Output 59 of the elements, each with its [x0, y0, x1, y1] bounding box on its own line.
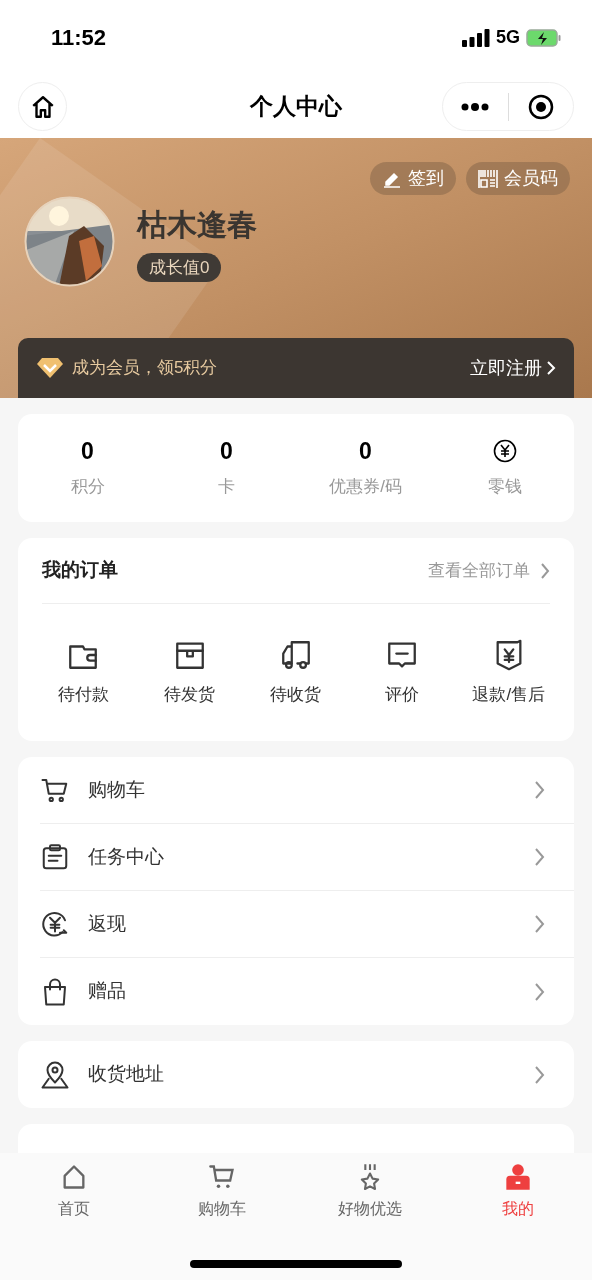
battery-charging-icon: [526, 28, 562, 47]
stat-label: 积分: [70, 476, 105, 499]
tab-item[interactable]: 购物车: [148, 1163, 296, 1221]
menu-label: 购物车: [88, 777, 146, 802]
order-status-button[interactable]: 待付款: [30, 637, 137, 708]
member-code-button[interactable]: 会员码: [466, 162, 570, 195]
tab-item[interactable]: 好物优选: [296, 1163, 444, 1221]
yen-circle-icon: [40, 909, 70, 939]
sign-in-button[interactable]: 签到: [370, 162, 456, 195]
user-name: 枯木逢春: [137, 206, 257, 243]
cart-icon: [208, 1163, 236, 1191]
stat-label: 零钱: [487, 476, 522, 499]
more-icon: [461, 102, 490, 111]
register-link[interactable]: 立即注册: [470, 354, 556, 382]
member-promo-text: 成为会员，领5积分: [72, 357, 218, 380]
stat-value: 0: [359, 437, 372, 467]
stat-item[interactable]: 0 优惠券/码: [296, 436, 435, 500]
stat-value: 0: [220, 437, 233, 467]
user-icon: [504, 1163, 532, 1191]
menu-label: 收货地址: [88, 1062, 165, 1087]
map-pin-icon: [40, 1059, 70, 1090]
home-button[interactable]: [18, 82, 67, 131]
chevron-right-icon: [534, 981, 546, 1002]
order-status-button[interactable]: 退款/售后: [455, 637, 562, 708]
section-title: 我的订单: [42, 558, 118, 583]
clipboard-icon: [40, 842, 70, 872]
chevron-right-icon: [534, 1064, 546, 1085]
tab-item[interactable]: 我的: [444, 1163, 592, 1221]
stat-item[interactable]: 0 积分: [18, 436, 157, 500]
chevron-right-icon: [534, 847, 546, 867]
menu-item[interactable]: 购物车: [40, 757, 574, 824]
stat-item[interactable]: 0 卡: [157, 436, 296, 500]
network-label: 5G: [496, 26, 520, 49]
order-status-button[interactable]: 待收货: [242, 637, 350, 708]
stat-label: 优惠券/码: [329, 476, 402, 499]
menu-label: 任务中心: [88, 844, 165, 869]
stat-label: 卡: [218, 476, 235, 499]
barcode-icon: [478, 168, 498, 189]
diamond-icon: [36, 357, 64, 379]
menu-item[interactable]: 返现: [40, 891, 574, 958]
yen-coin-icon: [492, 439, 517, 464]
chevron-right-icon: [534, 780, 546, 800]
tab-item[interactable]: 首页: [0, 1163, 148, 1221]
order-status-button[interactable]: 评价: [349, 637, 456, 708]
status-time: 11:52: [51, 24, 107, 52]
chevron-right-icon: [546, 360, 556, 376]
stat-value: 0: [81, 437, 94, 467]
order-status-button[interactable]: 待发货: [136, 637, 243, 708]
menu-label: 返现: [88, 911, 127, 936]
signal-icon: [462, 28, 490, 47]
menu-item[interactable]: 赠品: [40, 958, 574, 1025]
target-icon: [527, 93, 554, 120]
menu-item[interactable]: 任务中心: [40, 824, 574, 891]
menu-item[interactable]: 收货地址: [40, 1041, 574, 1108]
page-title: 个人中心: [250, 92, 342, 122]
chevron-right-icon: [534, 914, 546, 934]
chevron-right-icon: [540, 561, 550, 580]
menu-label: 赠品: [88, 979, 127, 1004]
growth-value-badge: 成长值0: [137, 252, 222, 282]
